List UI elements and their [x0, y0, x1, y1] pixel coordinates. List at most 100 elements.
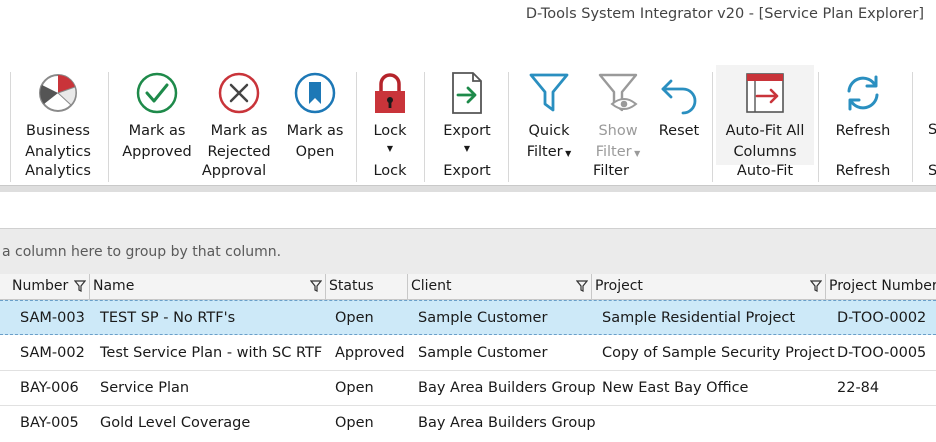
mark-open-label: Mark as Open: [286, 123, 344, 160]
cell-project: Sample Residential Project: [602, 310, 796, 326]
table-row[interactable]: BAY-006 Service Plan Open Bay Area Build…: [0, 371, 936, 406]
cell-status: Approved: [335, 345, 405, 361]
autofit-all-columns-button[interactable]: Auto-Fit All Columns: [716, 65, 814, 165]
lock-button[interactable]: Lock ▼: [362, 65, 418, 165]
column-header-label: Project Number: [829, 278, 936, 294]
reset-label: Reset: [658, 123, 700, 139]
cell-client: Bay Area Builders Group: [418, 380, 596, 396]
cell-project: Copy of Sample Security Project: [602, 345, 835, 361]
mark-rejected-label: Mark as Rejected: [207, 123, 271, 160]
group-label-filter: Filter: [593, 163, 629, 179]
export-button[interactable]: Export ▼: [434, 65, 500, 165]
group-label-refresh: Refresh: [835, 163, 891, 179]
ribbon: Business Analytics Analytics Mark as App…: [0, 62, 936, 186]
group-label-lock: Lock: [373, 163, 407, 179]
quick-filter-dropdown-arrow[interactable]: ▼: [563, 149, 571, 158]
ribbon-separator: [712, 72, 713, 182]
table-row-selected[interactable]: SAM-003 TEST SP - No RTF's Open Sample C…: [0, 300, 936, 335]
truncated-group-label: S: [928, 163, 936, 179]
ribbon-separator: [818, 72, 819, 182]
cell-name: Service Plan: [100, 380, 190, 396]
pie-chart-icon: [39, 74, 77, 112]
cell-number: BAY-005: [20, 415, 79, 431]
quick-filter-button[interactable]: Quick Filter ▼: [516, 65, 582, 165]
show-filter-label: Show Filter ▼: [596, 121, 641, 164]
cell-project: New East Bay Office: [602, 380, 749, 396]
autofit-all-columns-label: Auto-Fit All Columns: [725, 123, 805, 160]
quick-filter-label: Quick Filter ▼: [527, 121, 572, 164]
group-label-analytics: Analytics: [25, 163, 91, 179]
export-icon: [452, 72, 482, 114]
cell-status: Open: [335, 310, 374, 326]
ribbon-separator: [10, 72, 11, 182]
funnel-icon: [529, 73, 569, 112]
cell-name: Test Service Plan - with SC RTF: [100, 345, 323, 361]
cell-project-number: D-TOO-0005: [837, 345, 927, 361]
lock-dropdown-arrow[interactable]: ▼: [387, 142, 393, 156]
ribbon-separator: [108, 72, 109, 182]
ribbon-separator: [912, 72, 913, 182]
x-circle-icon: [218, 72, 260, 114]
cell-name: TEST SP - No RTF's: [100, 310, 236, 326]
column-header-project[interactable]: Project: [592, 274, 826, 299]
funnel-eye-icon: [598, 73, 638, 112]
cell-name: Gold Level Coverage: [100, 415, 251, 431]
column-header-label: Client: [411, 278, 452, 294]
ribbon-separator: [424, 72, 425, 182]
column-header-name[interactable]: Name: [90, 274, 326, 299]
ribbon-bottom-border: [0, 185, 936, 192]
check-circle-icon: [136, 72, 178, 114]
mark-rejected-button[interactable]: Mark as Rejected: [202, 65, 276, 165]
column-header-client[interactable]: Client: [408, 274, 592, 299]
table-row[interactable]: BAY-005 Gold Level Coverage Open Bay Are…: [0, 406, 936, 441]
cell-status: Open: [335, 380, 374, 396]
column-header-label: Number: [12, 278, 69, 294]
padlock-icon: [375, 73, 405, 113]
grid-header: Number Name Status Client Project Projec…: [0, 274, 936, 300]
column-header-status[interactable]: Status: [326, 274, 408, 299]
mark-approved-button[interactable]: Mark as Approved: [118, 65, 196, 165]
group-label-export: Export: [443, 163, 491, 179]
export-label: Export: [443, 123, 491, 139]
group-by-hint: a column here to group by that column.: [2, 244, 282, 260]
column-header-label: Project: [595, 278, 643, 294]
filter-icon[interactable]: [74, 280, 86, 292]
ribbon-separator: [508, 72, 509, 182]
cell-number: SAM-003: [20, 310, 85, 326]
undo-arrow-icon: [661, 79, 697, 115]
refresh-button[interactable]: Refresh: [828, 65, 898, 165]
filter-icon[interactable]: [310, 280, 322, 292]
cell-number: BAY-006: [20, 380, 79, 396]
group-label-autofit: Auto-Fit: [736, 163, 794, 179]
lock-label: Lock: [373, 123, 407, 139]
bookmark-circle-icon: [294, 72, 336, 114]
business-analytics-button[interactable]: Business Analytics: [22, 65, 94, 165]
column-header-label: Name: [93, 278, 135, 294]
column-header-project-number[interactable]: Project Number: [826, 274, 936, 299]
refresh-icon: [847, 75, 879, 111]
truncated-button-label[interactable]: S: [928, 122, 936, 138]
reset-button[interactable]: Reset: [652, 65, 706, 165]
cell-client: Bay Area Builders Group: [418, 415, 596, 431]
title-bar: D-Tools System Integrator v20 - [Service…: [0, 0, 936, 62]
ribbon-separator: [356, 72, 357, 182]
group-label-approval: Approval: [201, 163, 267, 179]
table-row[interactable]: SAM-002 Test Service Plan - with SC RTF …: [0, 336, 936, 371]
filter-icon[interactable]: [576, 280, 588, 292]
show-filter-dropdown-arrow[interactable]: ▼: [632, 149, 640, 158]
business-analytics-label: Business Analytics: [25, 123, 91, 160]
refresh-label: Refresh: [835, 123, 891, 139]
show-filter-button[interactable]: Show Filter ▼: [588, 65, 648, 165]
cell-client: Sample Customer: [418, 345, 548, 361]
export-dropdown-arrow[interactable]: ▼: [464, 142, 470, 156]
group-by-panel[interactable]: a column here to group by that column.: [0, 228, 936, 275]
autofit-columns-icon: [746, 73, 784, 113]
filter-icon[interactable]: [810, 280, 822, 292]
cell-client: Sample Customer: [418, 310, 548, 326]
cell-status: Open: [335, 415, 374, 431]
window-title: D-Tools System Integrator v20 - [Service…: [525, 6, 924, 22]
mark-open-button[interactable]: Mark as Open: [280, 65, 350, 165]
cell-project-number: D-TOO-0002: [837, 310, 927, 326]
cell-project-number: 22-84: [837, 380, 880, 396]
column-header-number[interactable]: Number: [0, 274, 90, 299]
